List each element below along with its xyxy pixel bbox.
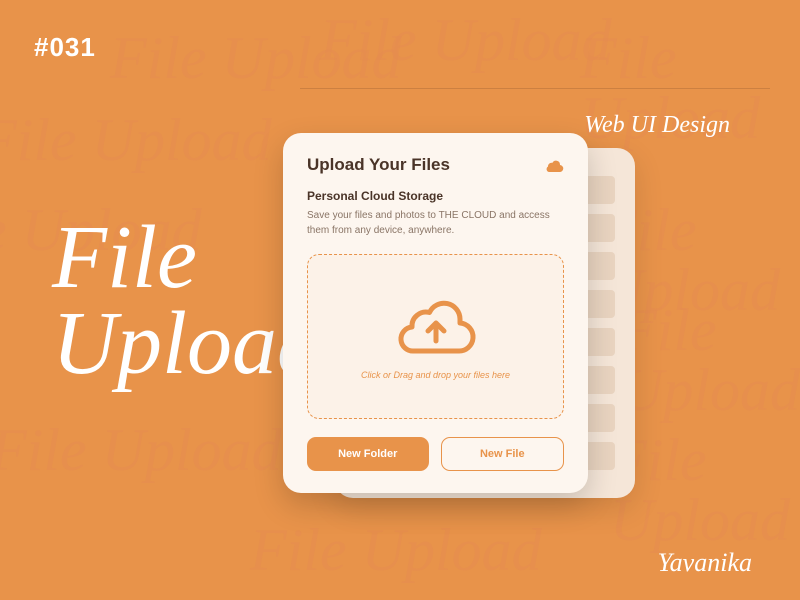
main-title: File Upload bbox=[52, 215, 322, 386]
cloud-upload-icon bbox=[396, 293, 476, 370]
category-label: Web UI Design bbox=[584, 112, 730, 139]
card-header: Upload Your Files bbox=[307, 155, 564, 175]
bg-text: File Upload bbox=[250, 520, 542, 580]
cloud-icon bbox=[544, 158, 564, 172]
card-title: Upload Your Files bbox=[307, 155, 450, 175]
main-title-line2: Upload bbox=[52, 301, 322, 387]
bg-text: File Upload bbox=[0, 110, 272, 170]
author-signature: Yavanika bbox=[658, 548, 752, 578]
bg-text: File Upload bbox=[620, 300, 800, 420]
file-dropzone[interactable]: Click or Drag and drop your files here bbox=[307, 254, 564, 419]
card-subtitle: Personal Cloud Storage bbox=[307, 189, 564, 203]
new-folder-button[interactable]: New Folder bbox=[307, 437, 429, 471]
bg-text: File Upload bbox=[320, 10, 612, 70]
divider bbox=[300, 88, 770, 89]
new-file-button[interactable]: New File bbox=[441, 437, 565, 471]
button-row: New Folder New File bbox=[307, 437, 564, 471]
dropzone-hint: Click or Drag and drop your files here bbox=[361, 370, 510, 380]
upload-card: Upload Your Files Personal Cloud Storage… bbox=[283, 133, 588, 493]
card-description: Save your files and photos to THE CLOUD … bbox=[307, 209, 564, 238]
challenge-number: #031 bbox=[34, 32, 96, 63]
bg-text: File Upload bbox=[0, 420, 282, 480]
main-title-line1: File bbox=[52, 215, 322, 301]
bg-text: File Upload bbox=[110, 28, 402, 88]
bg-text: File Upload bbox=[610, 430, 800, 550]
